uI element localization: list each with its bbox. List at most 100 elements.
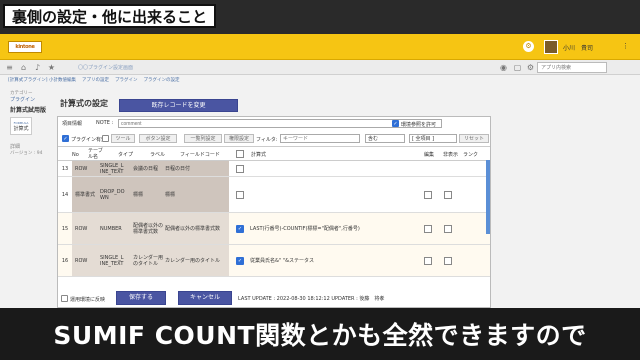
col-header: No [72,152,79,158]
breadcrumb-item[interactable]: プラグイン [115,77,138,83]
save-button[interactable]: 保存する [116,291,166,305]
row-hide-checkbox[interactable] [444,225,452,233]
permission-settings-button[interactable]: 権限設定 [224,134,254,143]
gear-icon[interactable]: ⚙ [525,62,536,73]
row-formula[interactable] [248,177,420,212]
scrollbar[interactable] [486,160,490,234]
tool-checkbox[interactable] [102,135,109,142]
sidebar-item-detail[interactable]: 詳細 [10,143,57,151]
plugin-enabled-checkbox[interactable]: ✓ [62,135,69,142]
sidebar-plugin-name: 計算式試用版 [10,107,47,114]
row-edit-checkbox[interactable] [424,225,432,233]
restore-records-button[interactable]: 既存レコードを変更 [119,99,238,112]
reflect-checkbox[interactable] [61,295,68,302]
breadcrumb: [計算式プラグイン] 小計数値編集 アプリの設定 プラグイン プラグインの設定 [0,75,640,85]
row-formula[interactable]: 従業員氏名&" "&ステータス [248,245,420,276]
bell-icon[interactable]: ♪ [32,62,43,73]
breadcrumb-item[interactable]: プラグインの設定 [143,77,179,83]
row-edit-checkbox[interactable] [424,257,432,265]
select-all-checkbox[interactable] [236,150,244,158]
list-settings-button[interactable]: 一覧列設定 [184,134,222,143]
app-search-input[interactable] [537,62,607,73]
row-code: 配偶者以外の標準書式数 [163,213,229,244]
top-banner: 裏側の設定・他に出来ること [0,0,640,34]
tool-button[interactable]: ツール [111,134,135,143]
row-edit-checkbox[interactable] [424,191,432,199]
col-header: 計算式 [251,152,267,158]
row-no: 14 [61,191,69,198]
grid-header: No テーブル名 タイプ ラベル フィールドコード 計算式 編集 非表示 ランク [58,146,490,161]
table-row[interactable]: 16 ROW SINGLE_L INE_TEXT カレンダー用のタイトル カレン… [58,245,490,277]
row-type: DROP_DO WN [98,177,131,212]
cancel-button[interactable]: キャンセル [178,291,232,305]
env-ref-label: 環境参照を許可 [401,122,437,128]
filter-label: フィルタ: [256,137,278,143]
menu-icon[interactable]: ⋮ [620,41,631,52]
row-hide-checkbox[interactable] [444,191,452,199]
row-code: カレンダー用のタイトル [163,245,229,276]
plugin-icon-text: 計算式 [13,125,29,132]
breadcrumb-item[interactable]: アプリの設定 [82,77,109,83]
home-icon[interactable]: ⌂ [18,62,29,73]
col-header: タイプ [118,152,134,158]
settings-panel: 項目情報 NOTE : ✓ 環境参照を許可 ✓ プラグイン有効 ツール ボタン設… [57,116,491,308]
env-ref-checkbox[interactable]: ✓ [392,120,399,127]
app-logo[interactable]: kintone [8,41,42,53]
row-code: 標標 [163,177,229,212]
row-checkbox[interactable]: ✓ [236,257,244,265]
people-icon[interactable]: ◉ [498,62,509,73]
bookmark-icon[interactable]: ▢ [512,62,523,73]
row-table: ROW [72,245,98,276]
match-select[interactable]: 含む [365,134,405,143]
row-label: 配偶者以外の標準書式数 [131,213,163,244]
row-no: 15 [61,225,69,232]
row-hide-checkbox[interactable] [444,257,452,265]
last-update: LAST UPDATE : 2022-08-30 18:12:12 UPDATE… [238,296,385,302]
settings-icon[interactable]: ⚙ [523,41,534,52]
row-no: 16 [61,257,69,264]
field-select[interactable]: [ 全項目 ] [409,134,457,143]
user-name[interactable]: 小川 貴司 [563,43,593,52]
reset-button[interactable]: リセット [459,134,489,143]
col-header: ラベル [150,152,166,158]
plugin-icon: FORMULA 計算式 [10,117,32,135]
row-type: NUMBER [98,213,131,244]
table-row[interactable]: 13 ROW SINGLE_L INE_TEXT 会議の日程 日程の日付 [58,161,490,177]
row-label: カレンダー用のタイトル [131,245,163,276]
row-formula[interactable]: LAST(行番号)-COUNTIF(標標="配偶者",行番号) [248,213,420,244]
row-label: 標標 [131,177,163,212]
table-row[interactable]: 14 標準書式 DROP_DO WN 標標 標標 [58,177,490,213]
sidebar: カテゴリー プラグイン 計算式試用版 FORMULA 計算式 詳細 バージョン … [0,85,57,308]
col-header: 非表示 [443,152,459,158]
nav-title: 〇〇プラグイン設定画面 [78,65,134,71]
sidebar-link[interactable]: プラグイン [10,97,57,104]
star-icon[interactable]: ★ [46,62,57,73]
col-header: ランク [463,152,479,158]
menu-icon[interactable]: ≡ [4,62,15,73]
table-row[interactable]: 15 ROW NUMBER 配偶者以外の標準書式数 配偶者以外の標準書式数 ✓ … [58,213,490,245]
sidebar-item-version: バージョン : 94 [10,151,43,156]
breadcrumb-item[interactable]: [計算式プラグイン] 小計数値編集 [8,77,76,83]
bottom-caption: SUMIF COUNT関数とかも全然できますので [53,321,587,350]
avatar[interactable] [544,40,558,54]
page-title: 計算式の設定 [60,99,108,108]
top-caption: 裏側の設定・他に出来ること [12,7,208,26]
row-table: ROW [72,213,98,244]
col-header: フィールドコード [180,152,220,158]
row-checkbox[interactable]: ✓ [236,225,244,233]
project-info-label: 項目情報 [62,121,83,127]
bottom-banner: SUMIF COUNT関数とかも全然できますので [0,308,640,360]
filter-input[interactable] [280,134,360,143]
reflect-label: 運用環境に反映 [70,297,106,303]
plugin-enabled-label: プラグイン有効 [71,137,107,143]
note-label: NOTE : [96,120,114,126]
row-table: 標準書式 [72,177,98,212]
button-settings-button[interactable]: ボタン設定 [139,134,177,143]
col-header: 編集 [424,152,435,158]
row-label: 会議の日程 [131,161,163,176]
row-checkbox[interactable] [236,165,244,173]
row-type: SINGLE_L INE_TEXT [98,161,131,176]
row-checkbox[interactable] [236,191,244,199]
row-formula[interactable] [248,161,420,176]
footer-bar: 運用環境に反映 保存する キャンセル LAST UPDATE : 2022-08… [57,290,491,308]
